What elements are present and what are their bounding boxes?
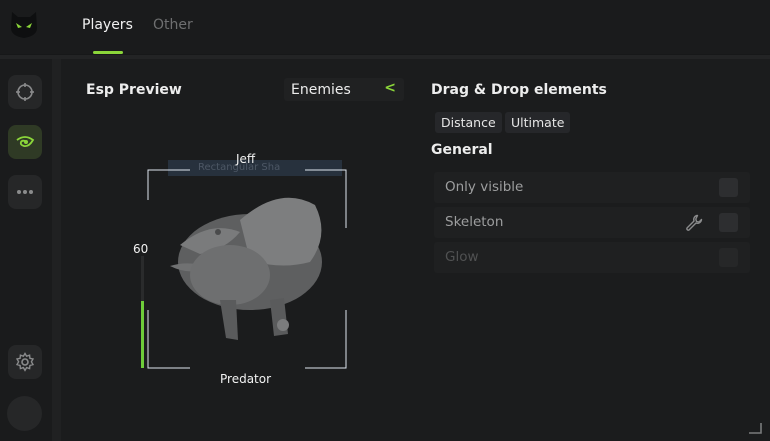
sidebar [0,59,52,441]
logo-icon [11,12,37,38]
sidebar-item-settings[interactable] [8,345,42,379]
option-glow[interactable]: Glow [434,242,750,273]
option-only-visible[interactable]: Only visible [434,172,750,203]
esp-health-bar [141,256,144,368]
drag-drop-title: Drag & Drop elements [431,82,607,98]
character-model [170,197,322,340]
esp-player-name: Jeff [236,152,256,166]
sidebar-divider [52,59,61,441]
top-bar: Players Other [0,0,770,54]
target-select[interactable]: Enemies < [284,78,404,101]
gear-icon [15,352,35,372]
resize-handle-icon[interactable] [748,422,762,434]
esp-preview-canvas [147,169,347,369]
esp-health-bar-fill [141,300,144,368]
more-icon [17,190,33,194]
option-label: Glow [445,249,479,265]
chip-ultimate[interactable]: Ultimate [505,112,571,133]
sidebar-item-more[interactable] [8,175,42,209]
general-title: General [431,142,493,158]
option-label: Skeleton [445,214,504,230]
sidebar-item-aim[interactable] [8,75,42,109]
active-tab-indicator [93,51,123,54]
option-label: Only visible [445,179,524,195]
chip-distance[interactable]: Distance [435,112,502,133]
wrench-icon[interactable] [684,213,704,233]
tab-other[interactable]: Other [153,17,193,33]
checkbox [719,248,738,267]
eye-icon [16,136,35,148]
avatar[interactable] [7,396,42,431]
checkbox[interactable] [719,213,738,232]
checkbox[interactable] [719,178,738,197]
crosshair-icon [16,83,34,101]
esp-preview-title: Esp Preview [86,82,182,98]
esp-player-class: Predator [220,372,272,386]
target-select-value: Enemies [291,82,351,98]
tab-players[interactable]: Players [82,17,133,33]
option-skeleton[interactable]: Skeleton [434,207,750,238]
chevron-left-icon: < [384,80,396,96]
sidebar-item-visuals[interactable] [8,125,42,159]
esp-health-value: 60 [133,242,149,256]
